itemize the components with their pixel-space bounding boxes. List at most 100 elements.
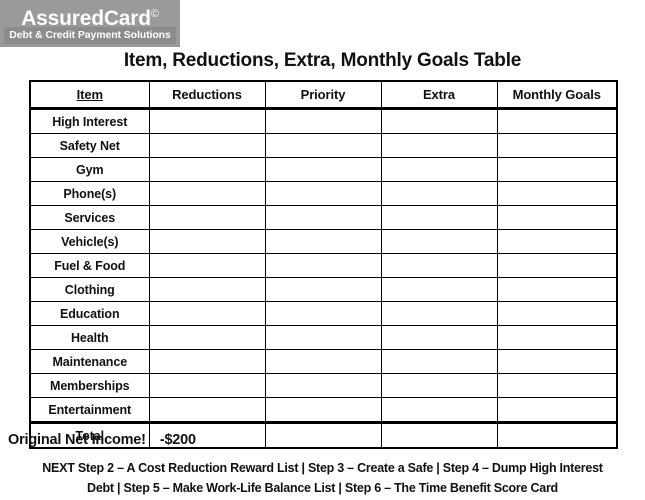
table-row: Services: [29, 205, 618, 230]
cell-monthly-goals-safety-net[interactable]: [496, 133, 618, 158]
cell-priority-memberships[interactable]: [264, 373, 382, 398]
row-label-maintenance: Maintenance: [29, 349, 150, 374]
row-label-entertainment: Entertainment: [29, 397, 150, 423]
cell-priority-phones[interactable]: [264, 181, 382, 206]
page-title: Item, Reductions, Extra, Monthly Goals T…: [123, 50, 522, 71]
net-income-label: Original Net Income!: [8, 432, 146, 448]
cell-monthly-goals-gym[interactable]: [496, 157, 618, 182]
cell-extra-clothing[interactable]: [380, 277, 498, 302]
cell-monthly-goals-education[interactable]: [496, 301, 618, 326]
row-label-education: Education: [29, 301, 150, 326]
table-header: Item Reductions Priority Extra Monthly G…: [29, 80, 618, 110]
brand-tagline: Debt & Credit Payment Solutions: [4, 27, 176, 44]
cell-priority-gym[interactable]: [264, 157, 382, 182]
cell-priority-safety-net[interactable]: [264, 133, 382, 158]
brand-logo: AssuredCard© Debt & Credit Payment Solut…: [0, 0, 180, 47]
table-row: Clothing: [29, 277, 618, 302]
row-label-clothing: Clothing: [29, 277, 150, 302]
table-header-row: Item Reductions Priority Extra Monthly G…: [29, 80, 618, 110]
next-steps-line-1: NEXT Step 2 – A Cost Reduction Reward Li…: [42, 461, 603, 475]
cell-priority-health[interactable]: [264, 325, 382, 350]
cell-reductions-entertainment[interactable]: [148, 397, 266, 423]
cell-reductions-high-interest[interactable]: [148, 108, 266, 134]
cell-extra-total[interactable]: [380, 421, 498, 449]
column-header-extra: Extra: [380, 80, 498, 110]
row-label-health: Health: [29, 325, 150, 350]
row-label-memberships: Memberships: [29, 373, 150, 398]
cell-reductions-services[interactable]: [148, 205, 266, 230]
cell-extra-phones[interactable]: [380, 181, 498, 206]
row-label-gym: Gym: [29, 157, 150, 182]
table-row: Safety Net: [29, 133, 618, 158]
cell-extra-fuel-and-food[interactable]: [380, 253, 498, 278]
column-header-monthly-goals: Monthly Goals: [496, 80, 618, 110]
cell-extra-high-interest[interactable]: [380, 108, 498, 134]
cell-reductions-safety-net[interactable]: [148, 133, 266, 158]
net-income-value: -$200: [159, 432, 196, 448]
cell-reductions-clothing[interactable]: [148, 277, 266, 302]
cell-reductions-vehicles[interactable]: [148, 229, 266, 254]
cell-reductions-maintenance[interactable]: [148, 349, 266, 374]
cell-monthly-goals-entertainment[interactable]: [496, 397, 618, 423]
cell-priority-entertainment[interactable]: [264, 397, 382, 423]
cell-monthly-goals-services[interactable]: [496, 205, 618, 230]
cell-reductions-education[interactable]: [148, 301, 266, 326]
cell-extra-memberships[interactable]: [380, 373, 498, 398]
cell-reductions-phones[interactable]: [148, 181, 266, 206]
column-header-item: Item: [29, 80, 150, 110]
cell-monthly-goals-vehicles[interactable]: [496, 229, 618, 254]
cell-monthly-goals-total[interactable]: [496, 421, 618, 449]
cell-reductions-gym[interactable]: [148, 157, 266, 182]
column-header-item-label: Item: [76, 87, 103, 102]
table-row: High Interest: [29, 108, 618, 134]
table-row: Health: [29, 325, 618, 350]
cell-priority-maintenance[interactable]: [264, 349, 382, 374]
cell-extra-maintenance[interactable]: [380, 349, 498, 374]
cell-monthly-goals-maintenance[interactable]: [496, 349, 618, 374]
cell-priority-high-interest[interactable]: [264, 108, 382, 134]
cell-extra-services[interactable]: [380, 205, 498, 230]
cell-priority-services[interactable]: [264, 205, 382, 230]
row-label-high-interest: High Interest: [29, 108, 150, 134]
goals-table: Item Reductions Priority Extra Monthly G…: [29, 80, 618, 449]
cell-priority-education[interactable]: [264, 301, 382, 326]
cell-monthly-goals-clothing[interactable]: [496, 277, 618, 302]
goals-table-container: Item Reductions Priority Extra Monthly G…: [29, 80, 618, 449]
next-steps-line-2: Debt | Step 5 – Make Work-Life Balance L…: [87, 481, 558, 495]
row-label-safety-net: Safety Net: [29, 133, 150, 158]
cell-priority-total[interactable]: [264, 421, 382, 449]
cell-priority-fuel-and-food[interactable]: [264, 253, 382, 278]
cell-reductions-fuel-and-food[interactable]: [148, 253, 266, 278]
row-label-fuel-and-food: Fuel & Food: [29, 253, 150, 278]
cell-extra-education[interactable]: [380, 301, 498, 326]
cell-monthly-goals-memberships[interactable]: [496, 373, 618, 398]
row-label-phones: Phone(s): [29, 181, 150, 206]
cell-monthly-goals-phones[interactable]: [496, 181, 618, 206]
column-header-reductions: Reductions: [148, 80, 266, 110]
cell-extra-gym[interactable]: [380, 157, 498, 182]
next-steps-footer: NEXT Step 2 – A Cost Reduction Reward Li…: [0, 458, 645, 498]
table-row: Entertainment: [29, 397, 618, 423]
table-row: Maintenance: [29, 349, 618, 374]
row-label-services: Services: [29, 205, 150, 230]
cell-monthly-goals-high-interest[interactable]: [496, 108, 618, 134]
cell-extra-entertainment[interactable]: [380, 397, 498, 423]
cell-priority-vehicles[interactable]: [264, 229, 382, 254]
cell-priority-clothing[interactable]: [264, 277, 382, 302]
table-row: Gym: [29, 157, 618, 182]
column-header-priority: Priority: [264, 80, 382, 110]
cell-reductions-health[interactable]: [148, 325, 266, 350]
cell-extra-safety-net[interactable]: [380, 133, 498, 158]
net-income-line: Original Net Income! -$200: [8, 432, 196, 448]
cell-monthly-goals-health[interactable]: [496, 325, 618, 350]
cell-extra-health[interactable]: [380, 325, 498, 350]
copyright-icon: ©: [150, 8, 159, 20]
cell-extra-vehicles[interactable]: [380, 229, 498, 254]
table-body: High Interest Safety Net Gym Phone(s) Se…: [29, 108, 618, 449]
table-row: Phone(s): [29, 181, 618, 206]
cell-monthly-goals-fuel-and-food[interactable]: [496, 253, 618, 278]
row-label-vehicles: Vehicle(s): [29, 229, 150, 254]
table-row: Education: [29, 301, 618, 326]
cell-reductions-memberships[interactable]: [148, 373, 266, 398]
table-row: Fuel & Food: [29, 253, 618, 278]
